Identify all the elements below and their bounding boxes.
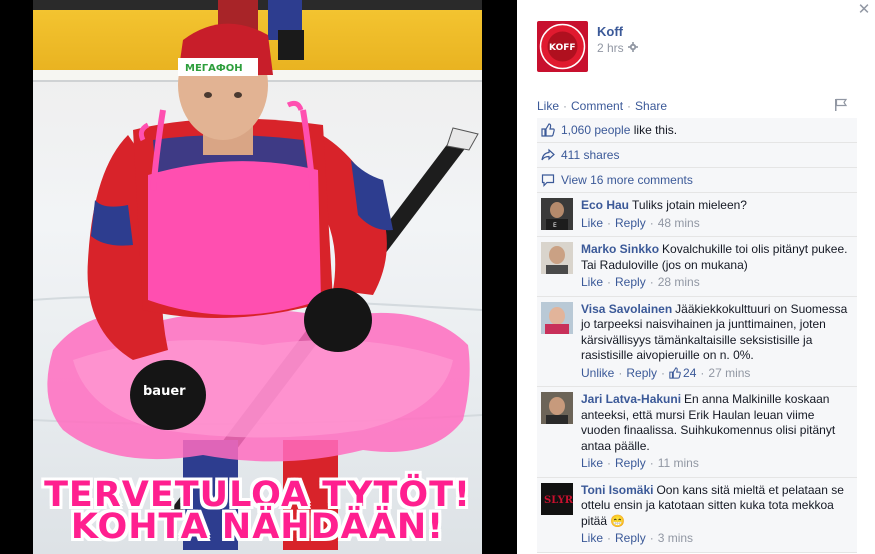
comment-like-link[interactable]: Like xyxy=(581,216,603,232)
page-avatar[interactable]: KOFF xyxy=(537,21,588,72)
hockey-player-illustration: МЕГАФОН bauer xyxy=(33,0,482,550)
comment-author[interactable]: Jari Latva-Hakuni xyxy=(581,392,681,406)
comment-reply-link[interactable]: Reply xyxy=(615,531,646,547)
avatar[interactable] xyxy=(541,392,573,424)
comment-bubble-icon xyxy=(541,173,555,187)
comment-reply-link[interactable]: Reply xyxy=(615,216,646,232)
comment-time[interactable]: 3 mins xyxy=(658,531,693,547)
comment-like-link[interactable]: Like xyxy=(581,275,603,291)
likes-count-link[interactable]: 1,060 people xyxy=(561,123,630,137)
avatar[interactable] xyxy=(541,242,573,274)
comment-like-link[interactable]: Like xyxy=(581,531,603,547)
comment-like-count[interactable]: 24 xyxy=(669,366,696,382)
comment-item: Jari Latva-Hakuni En anna Malkinille kosk… xyxy=(537,387,857,478)
svg-text:SLYR: SLYR xyxy=(544,495,573,506)
comment-unlike-link[interactable]: Unlike xyxy=(581,366,614,382)
comment-author[interactable]: Toni Isomäki xyxy=(581,483,653,497)
share-link[interactable]: Share xyxy=(635,99,667,113)
thumbs-up-icon xyxy=(669,367,681,379)
comment-item: Visa Savolainen Jääkiekkokulttuuri on Suo… xyxy=(537,296,857,387)
comment-item: Marko Sinkko Kovalchukille toi olis pitän… xyxy=(537,237,857,297)
photo-viewer: МЕГАФОН bauer TERVETULOA TYTÖT! KOHTA NÄ… xyxy=(0,0,875,554)
comment-author[interactable]: Eco Hau xyxy=(581,198,629,212)
post-time[interactable]: 2 hrs xyxy=(597,41,624,55)
post-actions: Like · Comment · Share xyxy=(537,99,668,113)
comment-text: Tuliks jotain mieleen? xyxy=(632,198,747,212)
comment-time[interactable]: 28 mins xyxy=(658,275,700,291)
svg-text:KOFF: KOFF xyxy=(549,43,576,53)
avatar[interactable] xyxy=(541,301,573,334)
comment-reply-link[interactable]: Reply xyxy=(615,456,646,472)
comment-item: E Eco Hau Tuliks jotain mieleen? Like · Re… xyxy=(537,193,857,237)
helmet-sponsor-text: МЕГАФОН xyxy=(185,63,243,74)
avatar[interactable]: SLYR xyxy=(541,482,573,515)
photo-caption-line-2: KOHTA NÄHDÄÄN! xyxy=(70,507,445,547)
comment-reply-link[interactable]: Reply xyxy=(615,275,646,291)
share-arrow-icon xyxy=(541,148,555,162)
avatar[interactable]: E xyxy=(541,198,573,230)
comment-like-link[interactable]: Like xyxy=(581,456,603,472)
comment-author[interactable]: Visa Savolainen xyxy=(581,302,672,316)
koff-logo: KOFF xyxy=(537,21,588,72)
svg-text:bauer: bauer xyxy=(143,384,186,399)
comment-author[interactable]: Marko Sinkko xyxy=(581,242,659,256)
feedback-panel: 1,060 people like this. 411 shares View … xyxy=(537,118,857,553)
flag-icon[interactable] xyxy=(834,98,848,112)
post-timestamp: 2 hrs xyxy=(597,41,638,55)
gear-icon[interactable] xyxy=(627,41,638,55)
svg-text:E: E xyxy=(553,222,557,229)
close-icon[interactable]: ✕ xyxy=(857,2,871,17)
shares-link[interactable]: 411 shares xyxy=(561,148,619,162)
likes-suffix: like this. xyxy=(633,123,678,137)
view-more-comments-link[interactable]: View 16 more comments xyxy=(561,173,693,187)
page-name-link[interactable]: Koff xyxy=(597,24,623,39)
like-link[interactable]: Like xyxy=(537,99,559,113)
shares-summary: 411 shares xyxy=(537,143,857,168)
post-photo[interactable]: МЕГАФОН bauer TERVETULOA TYTÖT! KOHTA NÄ… xyxy=(33,0,482,554)
photo-stage[interactable]: МЕГАФОН bauer TERVETULOA TYTÖT! KOHTA NÄ… xyxy=(0,0,517,554)
comment-time[interactable]: 27 mins xyxy=(708,366,750,382)
comment-time[interactable]: 11 mins xyxy=(658,456,699,472)
view-more-comments: View 16 more comments xyxy=(537,168,857,193)
likes-summary: 1,060 people like this. xyxy=(537,118,857,143)
comment-item: SLYR Toni Isomäki Oon kans sitä mieltä et… xyxy=(537,477,857,553)
comment-time[interactable]: 48 mins xyxy=(658,216,700,232)
grin-emoji-icon: 😁 xyxy=(610,513,626,528)
thumbs-up-icon xyxy=(541,123,555,137)
comment-link[interactable]: Comment xyxy=(571,99,623,113)
comment-reply-link[interactable]: Reply xyxy=(626,366,657,382)
